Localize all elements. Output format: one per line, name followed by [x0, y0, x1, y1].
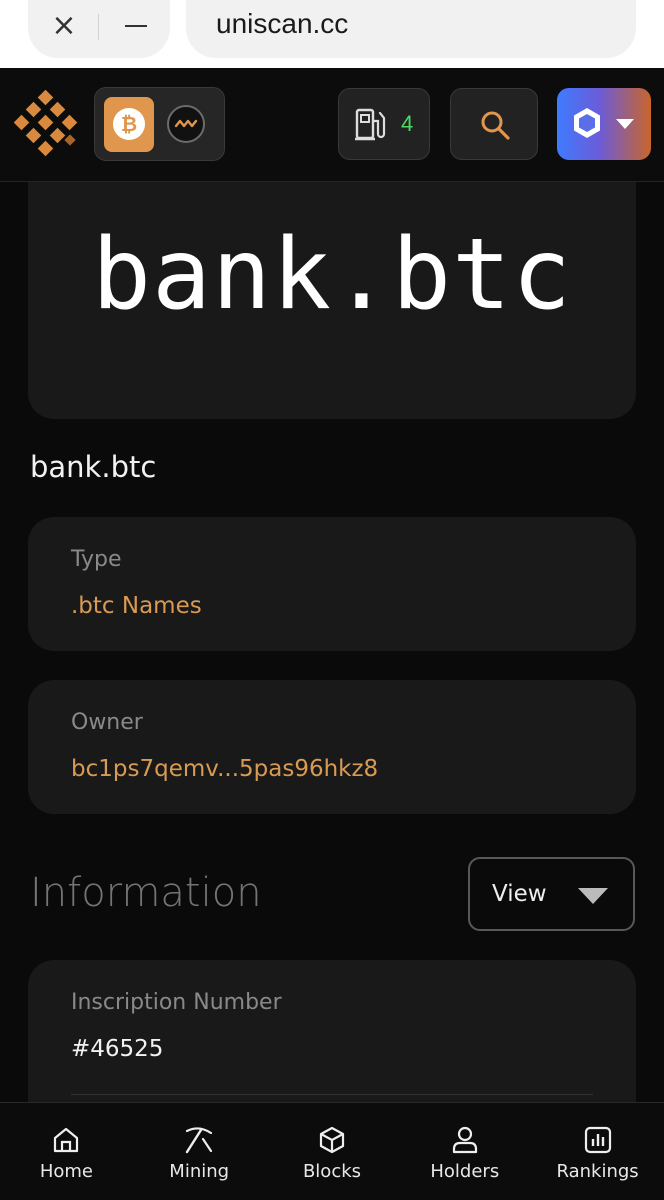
pickaxe-icon: [185, 1127, 213, 1154]
wallet-button[interactable]: [557, 88, 651, 160]
nav-blocks[interactable]: Blocks: [266, 1103, 399, 1200]
inscription-name: bank.btc: [30, 450, 157, 484]
browser-bar: × uniscan.cc: [0, 0, 664, 68]
bitcoin-icon: ₿: [113, 108, 145, 140]
chevron-down-icon: [616, 119, 634, 129]
inscription-preview: bank.btc: [28, 182, 636, 419]
close-icon[interactable]: ×: [50, 11, 78, 41]
home-icon: [54, 1127, 79, 1153]
owner-label: Owner: [71, 710, 143, 735]
search-icon: [481, 111, 510, 140]
owner-address-link[interactable]: bc1ps7qemv...5pas96hkz8: [71, 756, 378, 782]
user-icon: [452, 1126, 477, 1154]
type-value-link[interactable]: .btc Names: [71, 593, 202, 619]
preview-text: bank.btc: [91, 218, 572, 332]
uniscan-logo-icon[interactable]: [14, 90, 82, 160]
app-header: ₿ 4: [0, 68, 664, 182]
browser-controls: ×: [28, 0, 170, 58]
fractal-chain-tab[interactable]: [167, 105, 205, 143]
wallet-hexagon-icon: [574, 108, 600, 138]
inscription-number-value: #46525: [71, 1036, 164, 1062]
minimize-icon[interactable]: [122, 12, 150, 40]
nav-mining[interactable]: Mining: [133, 1103, 266, 1200]
search-button[interactable]: [450, 88, 538, 160]
view-dropdown[interactable]: View: [468, 857, 635, 931]
gas-fee-button[interactable]: 4: [338, 88, 430, 160]
divider: [71, 1094, 593, 1095]
chain-switcher: ₿: [94, 87, 225, 161]
cube-icon: [319, 1126, 345, 1154]
divider: [98, 14, 99, 40]
address-bar[interactable]: uniscan.cc: [186, 0, 636, 58]
nav-holders-label: Holders: [430, 1161, 500, 1182]
nav-rankings-label: Rankings: [556, 1161, 639, 1182]
bitcoin-chain-tab[interactable]: ₿: [104, 97, 154, 152]
view-dropdown-label: View: [492, 881, 547, 907]
caret-down-icon: [578, 888, 608, 904]
inscription-number-label: Inscription Number: [71, 990, 282, 1015]
information-title: Information: [30, 870, 262, 916]
bar-chart-icon: [584, 1126, 611, 1154]
type-label: Type: [71, 547, 122, 572]
nav-home-label: Home: [39, 1161, 93, 1182]
nav-mining-label: Mining: [169, 1161, 230, 1182]
url-text: uniscan.cc: [216, 8, 349, 39]
owner-card: Owner bc1ps7qemv...5pas96hkz8: [28, 680, 636, 814]
gas-fee-value: 4: [401, 111, 414, 136]
fractal-icon: [174, 119, 198, 128]
type-card: Type .btc Names: [28, 517, 636, 651]
nav-home[interactable]: Home: [0, 1103, 133, 1200]
nav-blocks-label: Blocks: [302, 1161, 362, 1182]
bottom-navigation: Home Mining Blocks Holders Rankings: [0, 1102, 664, 1200]
fuel-pump-icon: [355, 108, 386, 141]
nav-rankings[interactable]: Rankings: [531, 1103, 664, 1200]
nav-holders[interactable]: Holders: [398, 1103, 531, 1200]
